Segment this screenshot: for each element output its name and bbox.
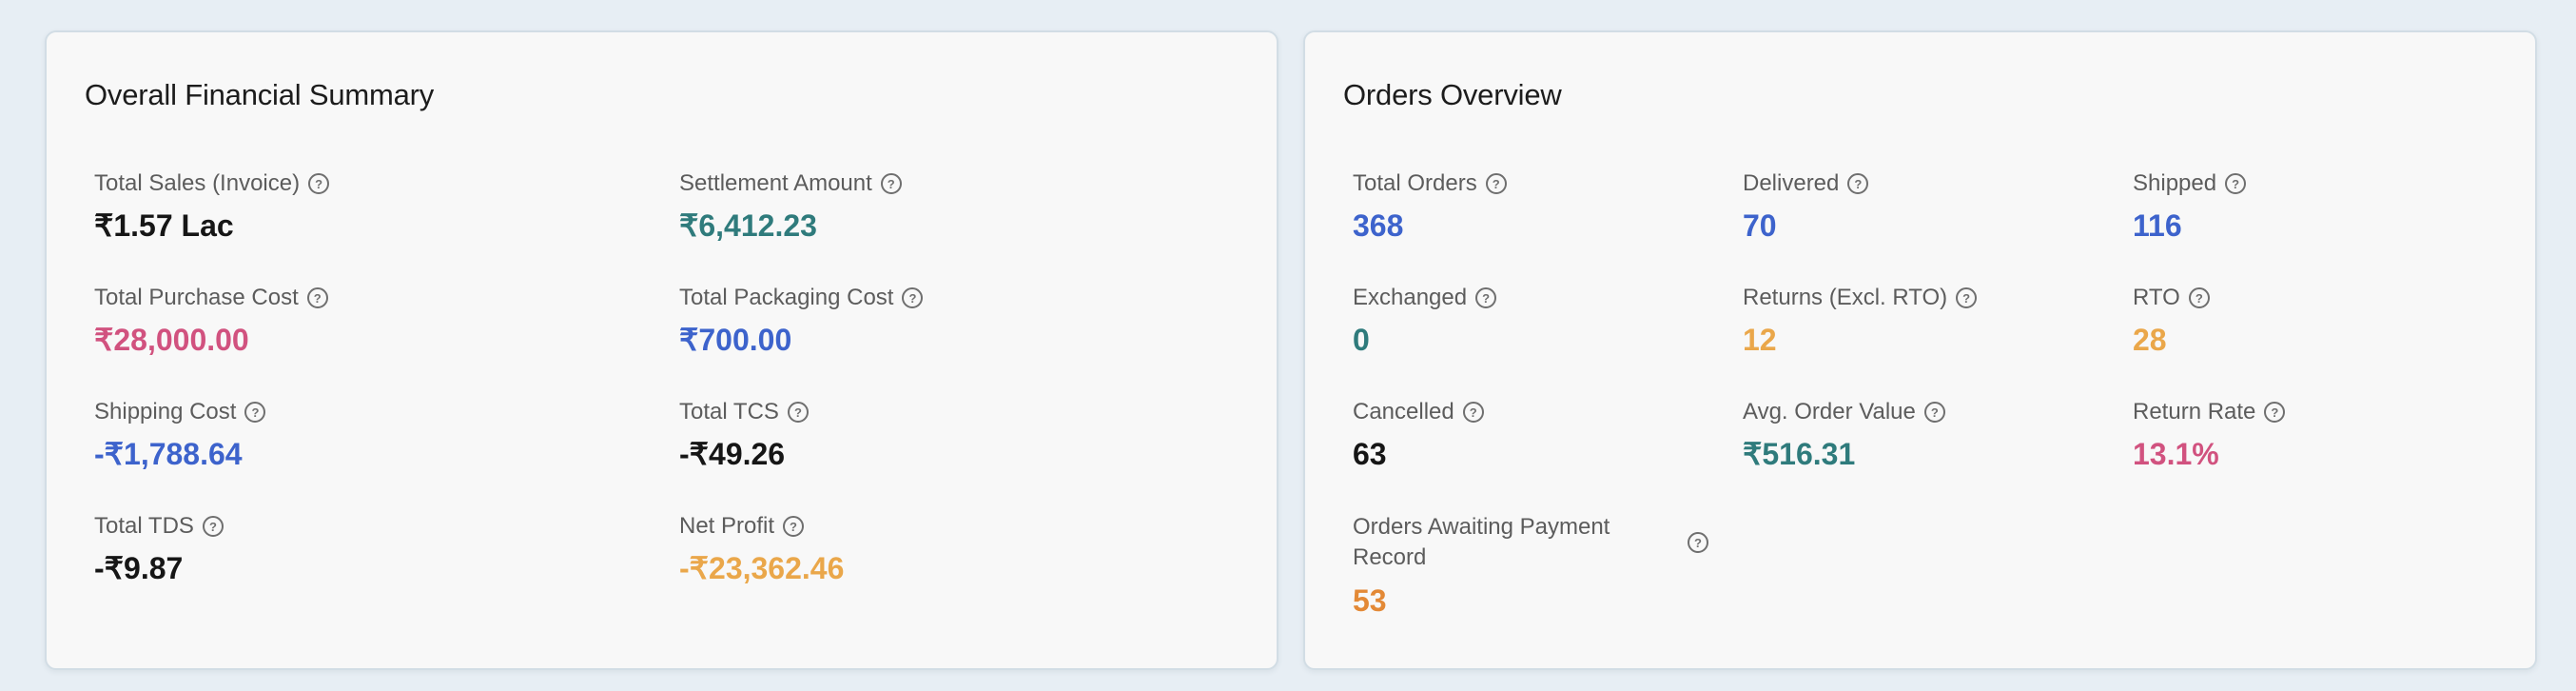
metric-label: Total Orders [1353,170,1477,196]
metric-label: Shipping Cost [94,399,237,424]
metric-value: 12 [1743,323,1777,357]
metric-orders-awaiting-payment-record: Orders Awaiting Payment Record ? 53 [1353,512,1708,619]
metric-returns-excl-rto: Returns (Excl. RTO) ? 12 [1743,284,1978,358]
metric-value: 53 [1353,583,1387,618]
help-icon[interactable]: ? [1956,287,1978,308]
help-icon[interactable]: ? [1462,402,1484,423]
financial-summary-title: Overall Financial Summary [85,78,435,111]
help-icon[interactable]: ? [2225,173,2247,194]
orders-overview-card: Orders Overview Total Orders ? 368 Deliv… [1303,30,2537,670]
metric-label: Avg. Order Value [1743,399,1916,424]
metric-value: 116 [2133,208,2182,243]
metric-total-tds: Total TDS ? -₹9.87 [94,512,224,586]
metric-label: Total Packaging Cost [679,285,894,310]
help-icon[interactable]: ? [1688,532,1708,553]
metric-value: ₹516.31 [1743,437,1856,471]
metric-label: Total Sales (Invoice) [94,170,301,196]
metric-value: 28 [2133,323,2167,357]
metric-avg-order-value: Avg. Order Value ? ₹516.31 [1743,398,1945,472]
metric-value: 368 [1353,208,1404,243]
metric-label: Total TCS [679,399,779,424]
metric-value: ₹6,412.23 [679,208,817,243]
metric-value: -₹9.87 [94,551,184,585]
help-icon[interactable]: ? [1847,173,1869,194]
help-icon[interactable]: ? [902,287,924,308]
help-icon[interactable]: ? [1475,287,1497,308]
metric-shipping-cost: Shipping Cost ? -₹1,788.64 [94,398,266,472]
metric-exchanged: Exchanged ? 0 [1353,284,1497,358]
metric-value: 63 [1353,437,1387,471]
metric-label: Shipped [2133,170,2217,196]
help-icon[interactable]: ? [308,173,330,194]
metric-label: Return Rate [2133,399,2256,424]
metric-value: ₹700.00 [679,323,792,357]
metric-value: -₹1,788.64 [94,437,243,471]
metric-label: Orders Awaiting Payment Record [1353,514,1610,570]
metric-label: Cancelled [1353,399,1454,424]
metric-label: Total TDS [94,513,194,539]
metric-total-sales: Total Sales (Invoice) ? ₹1.57 Lac [94,169,330,244]
help-icon[interactable]: ? [880,173,902,194]
metric-total-orders: Total Orders ? 368 [1353,169,1507,244]
metric-net-profit: Net Profit ? -₹23,362.46 [679,512,844,586]
metric-label: Returns (Excl. RTO) [1743,285,1948,310]
financial-summary-card: Overall Financial Summary Total Sales (I… [45,30,1278,670]
metric-label: Total Purchase Cost [94,285,299,310]
metric-value: ₹1.57 Lac [94,208,234,243]
help-icon[interactable]: ? [1923,402,1945,423]
metric-label: Delivered [1743,170,1840,196]
metric-value: ₹28,000.00 [94,323,249,357]
metric-label: RTO [2133,285,2180,310]
metric-label: Exchanged [1353,285,1468,310]
help-icon[interactable]: ? [306,287,328,308]
help-icon[interactable]: ? [2188,287,2210,308]
help-icon[interactable]: ? [787,402,809,423]
help-icon[interactable]: ? [1485,173,1507,194]
metric-return-rate: Return Rate ? 13.1% [2133,398,2286,472]
metric-total-tcs: Total TCS ? -₹49.26 [679,398,809,472]
orders-overview-title: Orders Overview [1343,78,1562,111]
metric-value: 70 [1743,208,1777,243]
metric-value: -₹49.26 [679,437,786,471]
metric-total-purchase-cost: Total Purchase Cost ? ₹28,000.00 [94,284,328,358]
help-icon[interactable]: ? [783,516,805,537]
help-icon[interactable]: ? [244,402,266,423]
metric-value: 13.1% [2133,437,2219,471]
metric-cancelled: Cancelled ? 63 [1353,398,1484,472]
metric-rto: RTO ? 28 [2133,284,2210,358]
metric-value: 0 [1353,323,1370,357]
metric-value: -₹23,362.46 [679,551,845,585]
metric-delivered: Delivered ? 70 [1743,169,1869,244]
help-icon[interactable]: ? [2264,402,2286,423]
metric-label: Settlement Amount [679,170,872,196]
metric-label: Net Profit [679,513,775,539]
help-icon[interactable]: ? [202,516,224,537]
metric-total-packaging-cost: Total Packaging Cost ? ₹700.00 [679,284,924,358]
metric-shipped: Shipped ? 116 [2133,169,2247,244]
metric-settlement-amount: Settlement Amount ? ₹6,412.23 [679,169,902,244]
